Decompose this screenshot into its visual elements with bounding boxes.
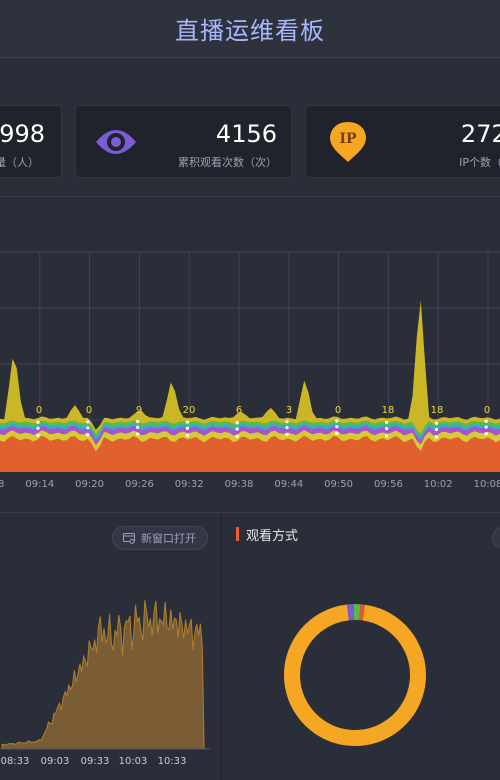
- x-tick-label: 10:33: [158, 756, 187, 767]
- data-label: 0: [36, 405, 42, 416]
- data-label: 18: [382, 405, 395, 416]
- data-point-marker: [185, 426, 189, 430]
- viewers-trend-chart-panel: 0 0 9 20 6 3 0 18 18 0 09:08 09:14 09:20 09:26 09:32 09…: [0, 196, 500, 512]
- page-header: 直播运维看板: [0, 0, 500, 58]
- stat-card-viewers: 2998 量（人）: [0, 105, 62, 178]
- stat-value: 4156: [215, 120, 277, 148]
- hourly-area-chart: 08:33 09:03 09:33 10:03 10:33: [0, 600, 210, 767]
- stat-card-views: 4156 累积观看次数（次）: [75, 105, 292, 178]
- data-point-marker: [335, 431, 339, 435]
- stat-card-ip: IP 2726 IP个数（个）: [305, 105, 500, 178]
- data-point-marker: [86, 420, 90, 424]
- donut-slice-0: [284, 604, 426, 746]
- data-point-marker: [434, 421, 438, 425]
- data-point-marker: [385, 434, 389, 438]
- x-tick-label: 09:03: [41, 756, 70, 767]
- data-point-marker: [434, 427, 438, 432]
- data-label: 0: [335, 405, 341, 416]
- x-tick-label: 09:26: [125, 479, 154, 490]
- x-tick-label: 09:56: [374, 479, 403, 490]
- data-point-marker: [235, 427, 239, 431]
- data-point-marker: [185, 420, 189, 424]
- data-point-marker: [285, 432, 289, 437]
- x-tick-label: 09:38: [225, 479, 254, 490]
- data-point-marker: [434, 435, 438, 439]
- data-label: 9: [136, 405, 142, 416]
- data-point-marker: [484, 419, 488, 423]
- data-point-marker: [484, 432, 488, 436]
- x-tick-label: 09:08: [0, 479, 4, 490]
- data-point-marker: [285, 420, 289, 424]
- data-point-marker: [235, 421, 239, 425]
- data-point-marker: [36, 433, 40, 437]
- data-point-marker: [235, 434, 239, 438]
- data-point-marker: [385, 427, 389, 431]
- data-label: 6: [236, 405, 242, 416]
- data-point-marker: [285, 426, 289, 430]
- watch-mode-donut-chart: [284, 604, 426, 746]
- data-point-marker: [36, 426, 40, 430]
- data-point-marker: [136, 419, 140, 424]
- data-point-marker: [36, 420, 40, 424]
- x-tick-label: 09:44: [274, 479, 303, 490]
- x-tick-label: 10:02: [424, 479, 453, 490]
- ip-location-icon: IP: [330, 122, 366, 162]
- stat-value: 2998: [0, 120, 45, 148]
- page-title: 直播运维看板: [175, 17, 325, 45]
- bottom-left-panel: 新窗口打开 08:33 09:03 09:33 10:03 10:33: [0, 512, 222, 780]
- data-label: 0: [86, 405, 92, 416]
- viewers-trend-chart: 0 0 9 20 6 3 0 18 18 0 09:08 09:14 09:20 09:26 09:32 09…: [0, 251, 500, 490]
- eye-icon: [96, 130, 136, 154]
- stat-label: IP个数（个）: [459, 156, 500, 169]
- x-tick-label: 08:33: [1, 756, 30, 767]
- stat-value: 2726: [460, 120, 500, 148]
- data-label: 18: [431, 405, 444, 416]
- stat-label: 累积观看次数（次）: [178, 156, 277, 169]
- data-point-marker: [185, 433, 189, 437]
- stat-label: 量（人）: [0, 156, 39, 169]
- data-label: 0: [484, 405, 490, 416]
- x-tick-label: 10:03: [119, 756, 148, 767]
- data-point-marker: [335, 425, 339, 429]
- stats-band: 2998 量（人） 4156 累积观看次数（次） IP 2726 IP个数（个）: [0, 58, 500, 196]
- x-tick-label: 09:50: [324, 479, 353, 490]
- series-area: [1, 600, 206, 750]
- data-point-marker: [86, 433, 90, 437]
- data-point-marker: [335, 419, 339, 423]
- svg-text:IP: IP: [339, 131, 357, 147]
- data-point-marker: [484, 425, 488, 429]
- data-point-marker: [136, 432, 140, 436]
- x-tick-label: 09:33: [81, 756, 110, 767]
- data-point-marker: [136, 425, 140, 429]
- data-label: 3: [286, 405, 292, 416]
- x-tick-label: 09:14: [25, 479, 54, 490]
- data-label: 20: [183, 405, 196, 416]
- x-tick-label: 09:32: [175, 479, 204, 490]
- data-point-marker: [86, 426, 90, 430]
- x-tick-label: 09:20: [75, 479, 104, 490]
- data-point-marker: [385, 420, 389, 425]
- watch-mode-panel: 观看方式: [222, 512, 500, 780]
- x-tick-label: 10:08: [474, 479, 500, 490]
